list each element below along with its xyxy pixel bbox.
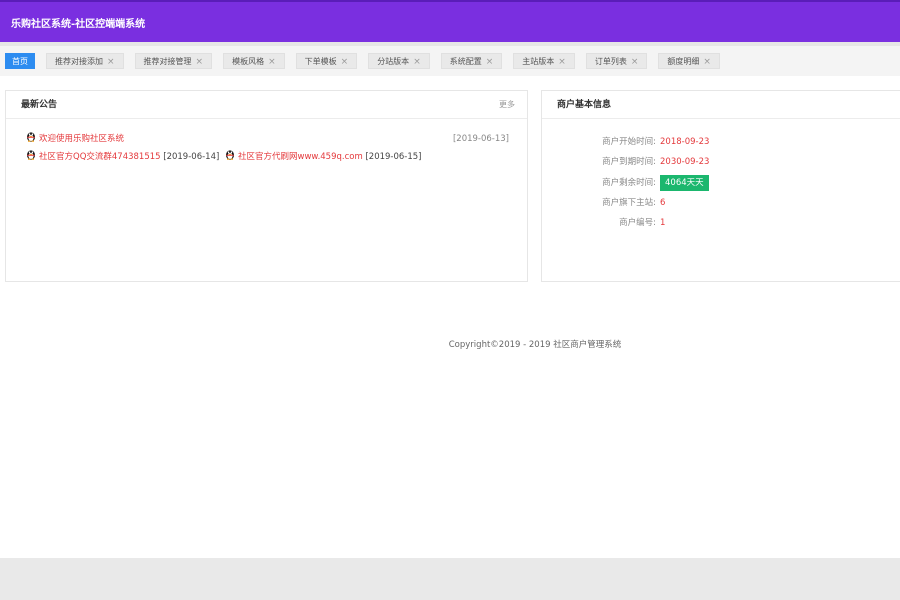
tab-label: 订单列表	[594, 57, 627, 66]
announcement-date: [2019-06-15]	[365, 152, 422, 162]
close-icon[interactable]: ×	[196, 57, 204, 67]
close-icon[interactable]: ×	[107, 57, 115, 67]
tab-template-style[interactable]: 模板风格 ×	[223, 53, 285, 69]
tab-order-template[interactable]: 下单模板 ×	[295, 53, 358, 69]
announcement-item: 社区官方QQ交流群474381515 [2019-06-14] 社区官方代刷网w…	[26, 149, 509, 165]
qq-penguin-icon	[26, 131, 36, 142]
tab-order-list[interactable]: 订单列表 ×	[585, 53, 648, 69]
tab-label: 下单模板	[304, 57, 337, 66]
info-label: 商户旗下主站:	[602, 198, 656, 208]
tab-quota-detail[interactable]: 额度明细 ×	[658, 53, 720, 69]
info-label: 商户开始时间:	[602, 137, 656, 147]
close-icon[interactable]: ×	[703, 57, 711, 67]
announcements-header: 最新公告 更多	[6, 91, 527, 119]
tab-label: 模板风格	[232, 57, 265, 66]
announcement-link[interactable]: 欢迎使用乐购社区系统	[39, 134, 124, 144]
announcement-date: [2019-06-13]	[452, 134, 509, 144]
info-value: 2030-09-23	[660, 157, 710, 167]
tab-substation-version[interactable]: 分站版本 ×	[368, 53, 430, 69]
close-icon[interactable]: ×	[631, 57, 639, 67]
info-row-sub-sites: 商户旗下主站: 6	[542, 195, 899, 211]
tab-row: 首页 推荐对接添加 × 推荐对接管理 × 模板风格 × 下单模板 × 分站版本 × 系统配…	[5, 53, 731, 69]
tab-bar: 首页 推荐对接添加 × 推荐对接管理 × 模板风格 × 下单模板 × 分站版本 × 系统配…	[0, 42, 900, 76]
tab-label: 推荐对接管理	[143, 57, 192, 66]
announcement-link[interactable]: 社区官方代刷网www.459q.com	[238, 152, 363, 162]
info-value: 2018-09-23	[660, 137, 710, 147]
merchant-info-header: 商户基本信息	[542, 91, 900, 119]
footer-copyright: Copyright©2019 - 2019 社区商户管理系统	[448, 340, 622, 350]
announcements-title: 最新公告	[21, 100, 58, 110]
tab-label: 系统配置	[449, 57, 482, 66]
announcement-item: 欢迎使用乐购社区系统 [2019-06-13]	[26, 131, 509, 147]
info-row-remaining-time: 商户剩余时间: 4064天天	[542, 175, 899, 191]
info-row-start-time: 商户开始时间: 2018-09-23	[542, 134, 899, 150]
info-label: 商户编号:	[619, 218, 656, 228]
tab-home[interactable]: 首页	[5, 53, 35, 69]
info-label: 商户剩余时间:	[602, 178, 656, 188]
app-title: 乐购社区系统-社区控端端系统	[11, 19, 146, 30]
tab-mainstation-version[interactable]: 主站版本 ×	[513, 53, 575, 69]
info-value: 1	[660, 218, 666, 228]
close-icon[interactable]: ×	[268, 57, 276, 67]
qq-penguin-icon	[225, 149, 235, 160]
tab-recommend-manage[interactable]: 推荐对接管理 ×	[134, 53, 213, 69]
more-link[interactable]: 更多	[499, 91, 515, 119]
close-icon[interactable]: ×	[341, 57, 349, 67]
tab-recommend-add[interactable]: 推荐对接添加 ×	[46, 53, 124, 69]
merchant-info-panel: 商户基本信息 商户开始时间: 2018-09-23 商户到期时间: 2030-0…	[541, 90, 900, 282]
remaining-days-badge: 4064天天	[660, 175, 709, 191]
info-value: 6	[660, 198, 666, 208]
tab-label: 主站版本	[522, 57, 555, 66]
tab-label: 推荐对接添加	[55, 57, 103, 66]
close-icon[interactable]: ×	[413, 57, 421, 67]
info-label: 商户到期时间:	[602, 157, 656, 167]
close-icon[interactable]: ×	[558, 57, 566, 67]
top-header-bar: 乐购社区系统-社区控端端系统	[0, 0, 900, 42]
announcement-link[interactable]: 社区官方QQ交流群474381515	[39, 152, 161, 162]
qq-penguin-icon	[26, 149, 36, 160]
info-row-expire-time: 商户到期时间: 2030-09-23	[542, 154, 899, 170]
announcement-date: [2019-06-14]	[163, 152, 220, 162]
tab-system-config[interactable]: 系统配置 ×	[440, 53, 503, 69]
tab-label: 额度明细	[667, 57, 700, 66]
announcements-panel: 最新公告 更多 欢迎使用乐购社区系统 [2019-06-13] 社区官方QQ交流…	[5, 90, 528, 282]
bottom-bar	[0, 558, 900, 600]
tab-label: 分站版本	[377, 57, 410, 66]
info-row-merchant-id: 商户编号: 1	[542, 215, 899, 231]
merchant-info-title: 商户基本信息	[557, 100, 612, 110]
tab-label: 首页	[12, 57, 28, 66]
close-icon[interactable]: ×	[486, 57, 494, 67]
